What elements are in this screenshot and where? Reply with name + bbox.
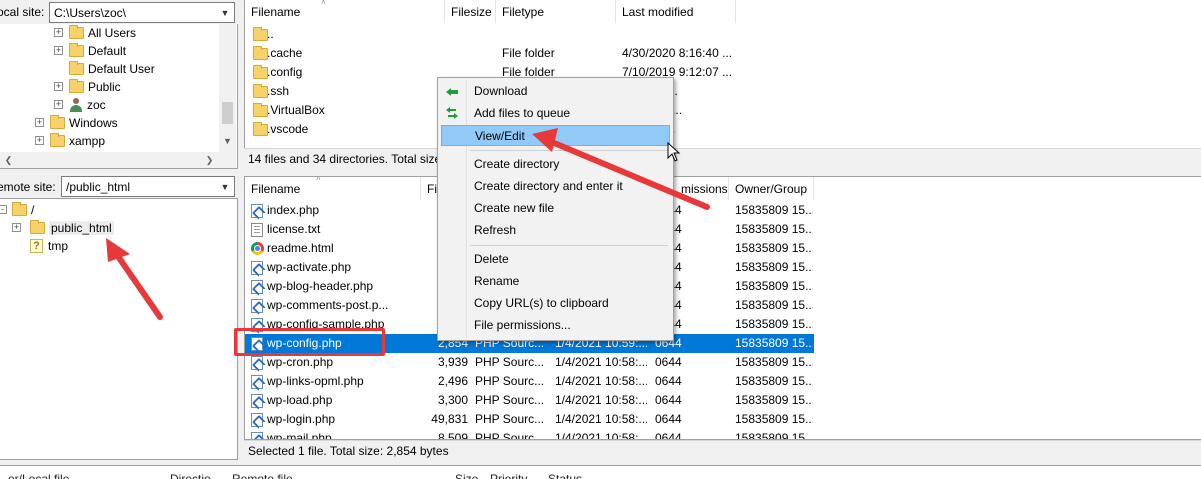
- arrowhead-view-edit: [532, 128, 558, 152]
- annotation-arrow-to-public-html: [112, 249, 163, 320]
- annotation-arrows: [106, 128, 710, 320]
- annotation-arrow-to-view-edit: [544, 137, 710, 210]
- mouse-cursor-icon: [667, 142, 681, 162]
